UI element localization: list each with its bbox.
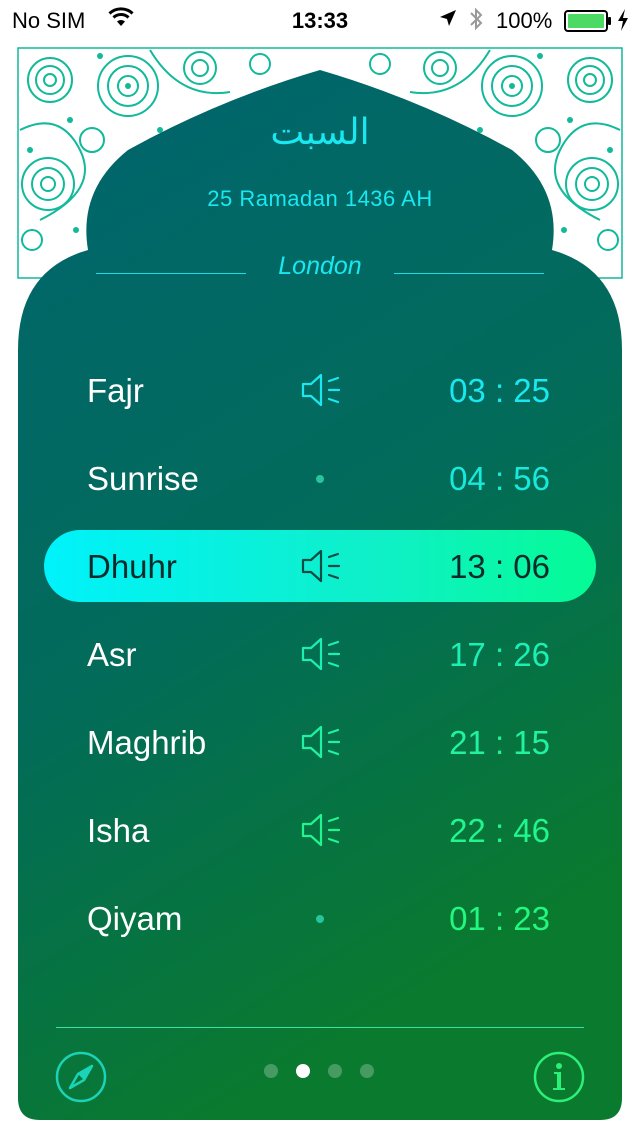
page-dot-current[interactable]: [296, 1064, 310, 1078]
prayer-row[interactable]: Asr 17 : 26: [44, 618, 596, 690]
prayer-name: Dhuhr: [87, 548, 177, 585]
city-divider-right: [394, 273, 544, 274]
prayer-name: Maghrib: [87, 724, 207, 761]
prayer-time: 03 : 25: [449, 372, 550, 409]
page-dot[interactable]: [360, 1064, 374, 1078]
page-indicator[interactable]: [264, 1064, 376, 1080]
prayer-name: Asr: [87, 636, 137, 673]
city-row[interactable]: London: [96, 252, 544, 284]
speaker-icon[interactable]: [300, 810, 342, 850]
prayer-time: 04 : 56: [449, 460, 550, 497]
compass-icon[interactable]: [54, 1050, 108, 1104]
prayer-row[interactable]: Qiyam 01 : 23: [44, 882, 596, 954]
prayer-row[interactable]: Sunrise 04 : 56: [44, 442, 596, 514]
bluetooth-icon: [470, 7, 483, 31]
location-arrow-icon: [440, 10, 456, 26]
prayer-row[interactable]: Fajr 03 : 25: [44, 354, 596, 426]
prayer-name: Qiyam: [87, 900, 183, 937]
prayer-row[interactable]: Isha 22 : 46: [44, 794, 596, 866]
prayer-row[interactable]: Maghrib 21 : 15: [44, 706, 596, 778]
dot-icon[interactable]: [316, 475, 324, 483]
speaker-icon[interactable]: [300, 370, 342, 410]
status-bar: No SIM 13:33 100%: [0, 0, 640, 40]
battery-icon: [564, 10, 611, 32]
footer-divider: [56, 1027, 584, 1028]
prayer-row-current[interactable]: Dhuhr 13 : 06: [44, 530, 596, 602]
prayer-time: 21 : 15: [449, 724, 550, 761]
prayer-name: Fajr: [87, 372, 144, 409]
prayer-name: Isha: [87, 812, 150, 849]
speaker-icon[interactable]: [300, 546, 342, 586]
page-dot[interactable]: [328, 1064, 342, 1078]
speaker-icon[interactable]: [300, 634, 342, 674]
page-dot[interactable]: [264, 1064, 278, 1078]
city-label[interactable]: London: [96, 252, 544, 281]
hijri-date: 25 Ramadan 1436 AH: [207, 186, 433, 211]
speaker-icon[interactable]: [300, 722, 342, 762]
dot-icon[interactable]: [316, 915, 324, 923]
prayer-time: 13 : 06: [449, 548, 550, 585]
prayer-time: 01 : 23: [449, 900, 550, 937]
prayer-time: 22 : 46: [449, 812, 550, 849]
charging-icon: [618, 9, 628, 31]
battery-percent: 100%: [496, 8, 553, 33]
info-icon[interactable]: [532, 1050, 586, 1104]
prayer-time: 17 : 26: [449, 636, 550, 673]
day-title-arabic: السبت: [270, 112, 370, 153]
prayer-name: Sunrise: [87, 460, 199, 497]
